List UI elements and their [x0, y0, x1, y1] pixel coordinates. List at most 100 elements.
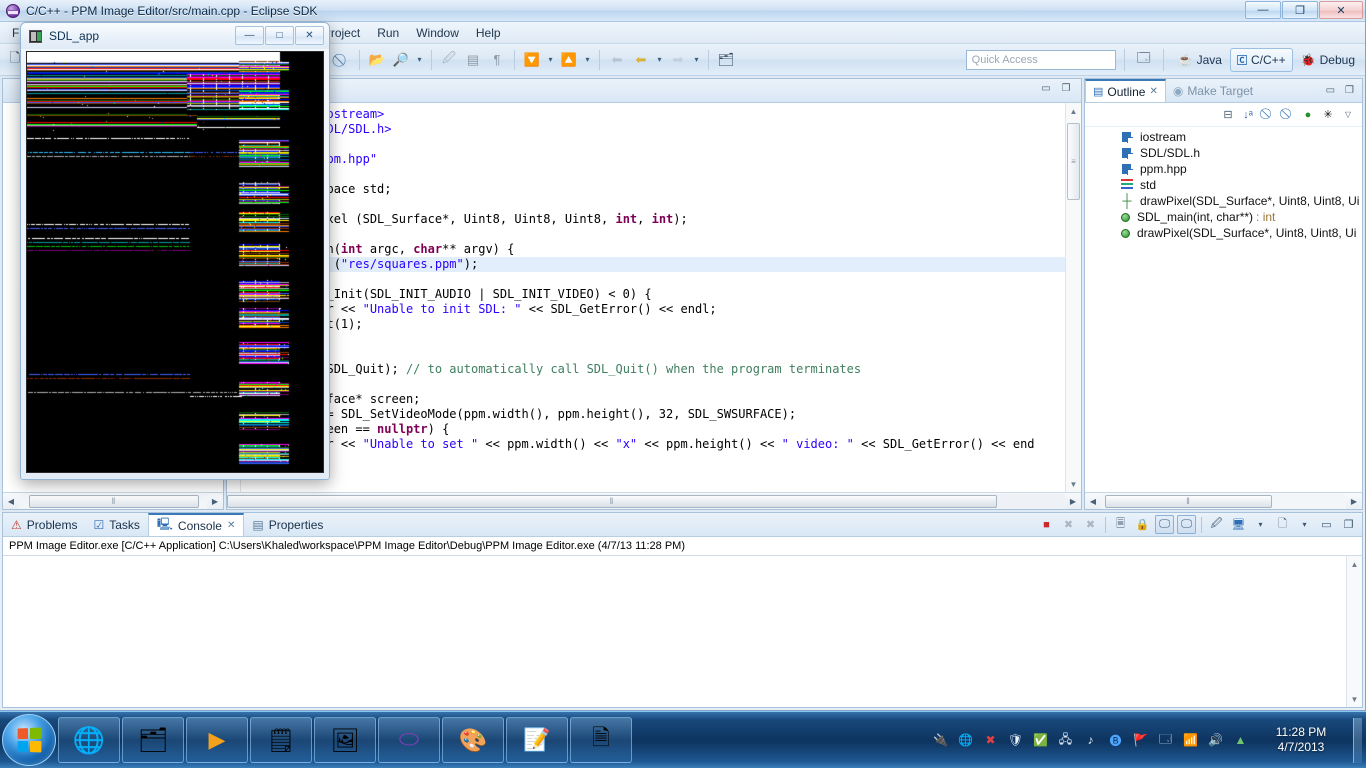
outline-item-ppm-hpp[interactable]: ppm.hpp: [1085, 161, 1362, 177]
open-console-icon[interactable]: 🖥: [1229, 515, 1248, 534]
outline-item-iostream[interactable]: iostream: [1085, 129, 1362, 145]
new-console-view-icon[interactable]: 🗋: [1273, 515, 1292, 534]
start-button[interactable]: [2, 714, 56, 766]
clear-console-icon[interactable]: 🗏: [1111, 515, 1130, 534]
back-history-icon[interactable]: ⬅: [630, 49, 652, 71]
taskbar-chrome[interactable]: 🌐: [58, 717, 120, 763]
console-vscrollbar[interactable]: ▲ ▼: [1346, 556, 1362, 707]
network-flag-icon[interactable]: 🚩: [1132, 732, 1149, 749]
console-output-area[interactable]: ▲ ▼: [3, 556, 1362, 707]
build-icon[interactable]: 🖉: [438, 49, 460, 71]
close-x-icon[interactable]: ✕: [227, 520, 235, 531]
perspective-java[interactable]: ☕ Java: [1172, 48, 1228, 72]
open-perspective-icon[interactable]: 🗔: [1133, 49, 1155, 71]
safely-remove-hardware-icon[interactable]: 🔌: [932, 732, 949, 749]
open-console-caret[interactable]: ▾: [1251, 515, 1270, 534]
tab-outline[interactable]: ▤ Outline ✕: [1085, 79, 1166, 102]
terminate-icon[interactable]: ■: [1037, 515, 1056, 534]
console-maximize-icon[interactable]: ❐: [1339, 515, 1358, 534]
remove-all-terminated-icon[interactable]: ✖: [1081, 515, 1100, 534]
previous-annotation-caret[interactable]: ▾: [582, 49, 593, 71]
perspective-debug[interactable]: 🐞 Debug: [1295, 48, 1361, 72]
back-icon[interactable]: ⬅: [606, 49, 628, 71]
taskbar-ppm-editor[interactable]: 🗎: [570, 717, 632, 763]
hscroll-track[interactable]: ‖: [19, 493, 207, 509]
editor-maximize-icon[interactable]: ❐: [1059, 83, 1073, 97]
hide-fields-icon[interactable]: ⃠: [1260, 107, 1276, 123]
previous-annotation-icon[interactable]: 🔼: [558, 49, 580, 71]
open-element-icon[interactable]: 📂: [366, 49, 388, 71]
pin-console-icon[interactable]: 🖵: [1155, 515, 1174, 534]
next-annotation-icon[interactable]: 🔽: [521, 49, 543, 71]
editor-hscroll-right-arrow[interactable]: ▶: [1065, 494, 1081, 509]
taskbar-explorer[interactable]: 🗂: [122, 717, 184, 763]
back-caret[interactable]: ▾: [654, 49, 665, 71]
hide-non-public-icon[interactable]: ●: [1300, 107, 1316, 123]
tab-tasks[interactable]: ☑ Tasks: [85, 513, 147, 536]
outline-maximize-icon[interactable]: ❐: [1345, 85, 1354, 96]
sdl-render-canvas[interactable]: [26, 51, 324, 473]
outline-item-drawpixel-def[interactable]: drawPixel(SDL_Surface*, Uint8, Uint8, Ui: [1085, 225, 1362, 241]
editor-hscroll-track[interactable]: ‖: [227, 493, 1065, 509]
sdl-maximize-button[interactable]: □: [265, 26, 294, 45]
taskbar-notepad-plus[interactable]: 📝: [506, 717, 568, 763]
taskbar-clock[interactable]: 11:28 PM 4/7/2013: [1257, 725, 1345, 755]
editor-tabstrip[interactable]: ▭ ❐: [227, 79, 1081, 103]
tab-make-target[interactable]: ◉ Make Target: [1166, 79, 1260, 102]
console-vscroll-up-arrow[interactable]: ▲: [1347, 556, 1362, 572]
restore-button[interactable]: ❐: [1282, 1, 1318, 19]
shield-check-icon[interactable]: ✅: [1032, 732, 1049, 749]
google-drive-icon[interactable]: ▲: [1232, 732, 1249, 749]
outline-hscroll-left-arrow[interactable]: ◀: [1085, 494, 1101, 509]
music-note-icon[interactable]: ♪: [1082, 732, 1099, 749]
outline-hscroll-thumb[interactable]: ‖: [1105, 494, 1272, 508]
show-desktop-button[interactable]: [1353, 717, 1362, 763]
x-red-icon[interactable]: ✖: [982, 732, 999, 749]
taskbar-sticky-notes[interactable]: 🗒: [250, 717, 312, 763]
new-console-caret[interactable]: ▾: [1295, 515, 1314, 534]
vscroll-up-arrow[interactable]: ▲: [1066, 103, 1081, 119]
show-console-on-error-icon[interactable]: 🖵: [1177, 515, 1196, 534]
outline-item-sdl-h[interactable]: SDL/SDL.h: [1085, 145, 1362, 161]
perspective-cpp[interactable]: 🄲 C/C++: [1229, 47, 1293, 72]
hscroll-left-arrow[interactable]: ◀: [3, 494, 19, 509]
console-vscroll-down-arrow[interactable]: ▼: [1347, 691, 1362, 707]
outline-item-sdl-main[interactable]: SDL_main(int, char**) : int: [1085, 209, 1362, 225]
outline-tree[interactable]: iostream SDL/SDL.h ppm.hpp std ┼ drawPix…: [1085, 127, 1362, 492]
editor-hscroll-thumb[interactable]: ‖: [227, 494, 997, 508]
project-explorer-hscrollbar[interactable]: ◀ ‖ ▶: [3, 492, 223, 509]
vscroll-thumb[interactable]: ≡: [1067, 123, 1080, 200]
sdl-minimize-button[interactable]: —: [235, 26, 264, 45]
tab-problems[interactable]: ⚠ Problems: [3, 513, 85, 536]
view-menu-caret[interactable]: ▽: [1340, 107, 1356, 123]
search-caret[interactable]: ▾: [414, 49, 425, 71]
hide-macros-icon[interactable]: ✳: [1320, 107, 1336, 123]
hide-static-icon[interactable]: ⃠: [1280, 107, 1296, 123]
menu-run[interactable]: Run: [369, 23, 407, 43]
close-x-icon[interactable]: ✕: [1149, 86, 1157, 97]
new-untitled-file-icon[interactable]: 🗂: [715, 49, 737, 71]
toggle-block-selection-icon[interactable]: ▤: [462, 49, 484, 71]
outline-hscroll-right-arrow[interactable]: ▶: [1346, 494, 1362, 509]
sort-alphabetically-icon[interactable]: ↓ᵃ: [1240, 107, 1256, 123]
minimize-button[interactable]: —: [1245, 1, 1281, 19]
search-icon[interactable]: 🔎: [390, 49, 412, 71]
source-code-area[interactable]: #include <iostream>#include <SDL/SDL.h> #…: [241, 103, 1065, 492]
taskbar-media-player[interactable]: ▶: [186, 717, 248, 763]
outline-hscrollbar[interactable]: ◀ ‖ ▶: [1085, 492, 1362, 509]
bluetooth-device-icon[interactable]: 🖧: [1057, 732, 1074, 749]
outline-minimize-icon[interactable]: ▭: [1326, 85, 1335, 96]
collapse-all-icon[interactable]: ⊟: [1220, 107, 1236, 123]
chrome-tray-icon[interactable]: 🌐: [957, 732, 974, 749]
forward-icon[interactable]: ➡: [667, 49, 689, 71]
tab-properties[interactable]: ▤ Properties: [244, 513, 331, 536]
forward-caret[interactable]: ▾: [691, 49, 702, 71]
volume-icon[interactable]: 🔊: [1207, 732, 1224, 749]
sdl-close-button[interactable]: ✕: [295, 26, 324, 45]
menu-window[interactable]: Window: [408, 23, 467, 43]
sdl-app-window[interactable]: SDL_app — □ ✕: [20, 22, 330, 480]
menu-help[interactable]: Help: [468, 23, 509, 43]
action-center-icon[interactable]: 🗔: [1157, 732, 1174, 749]
console-minimize-icon[interactable]: ▭: [1317, 515, 1336, 534]
skip-all-breakpoints-icon[interactable]: ⃠: [331, 49, 353, 71]
